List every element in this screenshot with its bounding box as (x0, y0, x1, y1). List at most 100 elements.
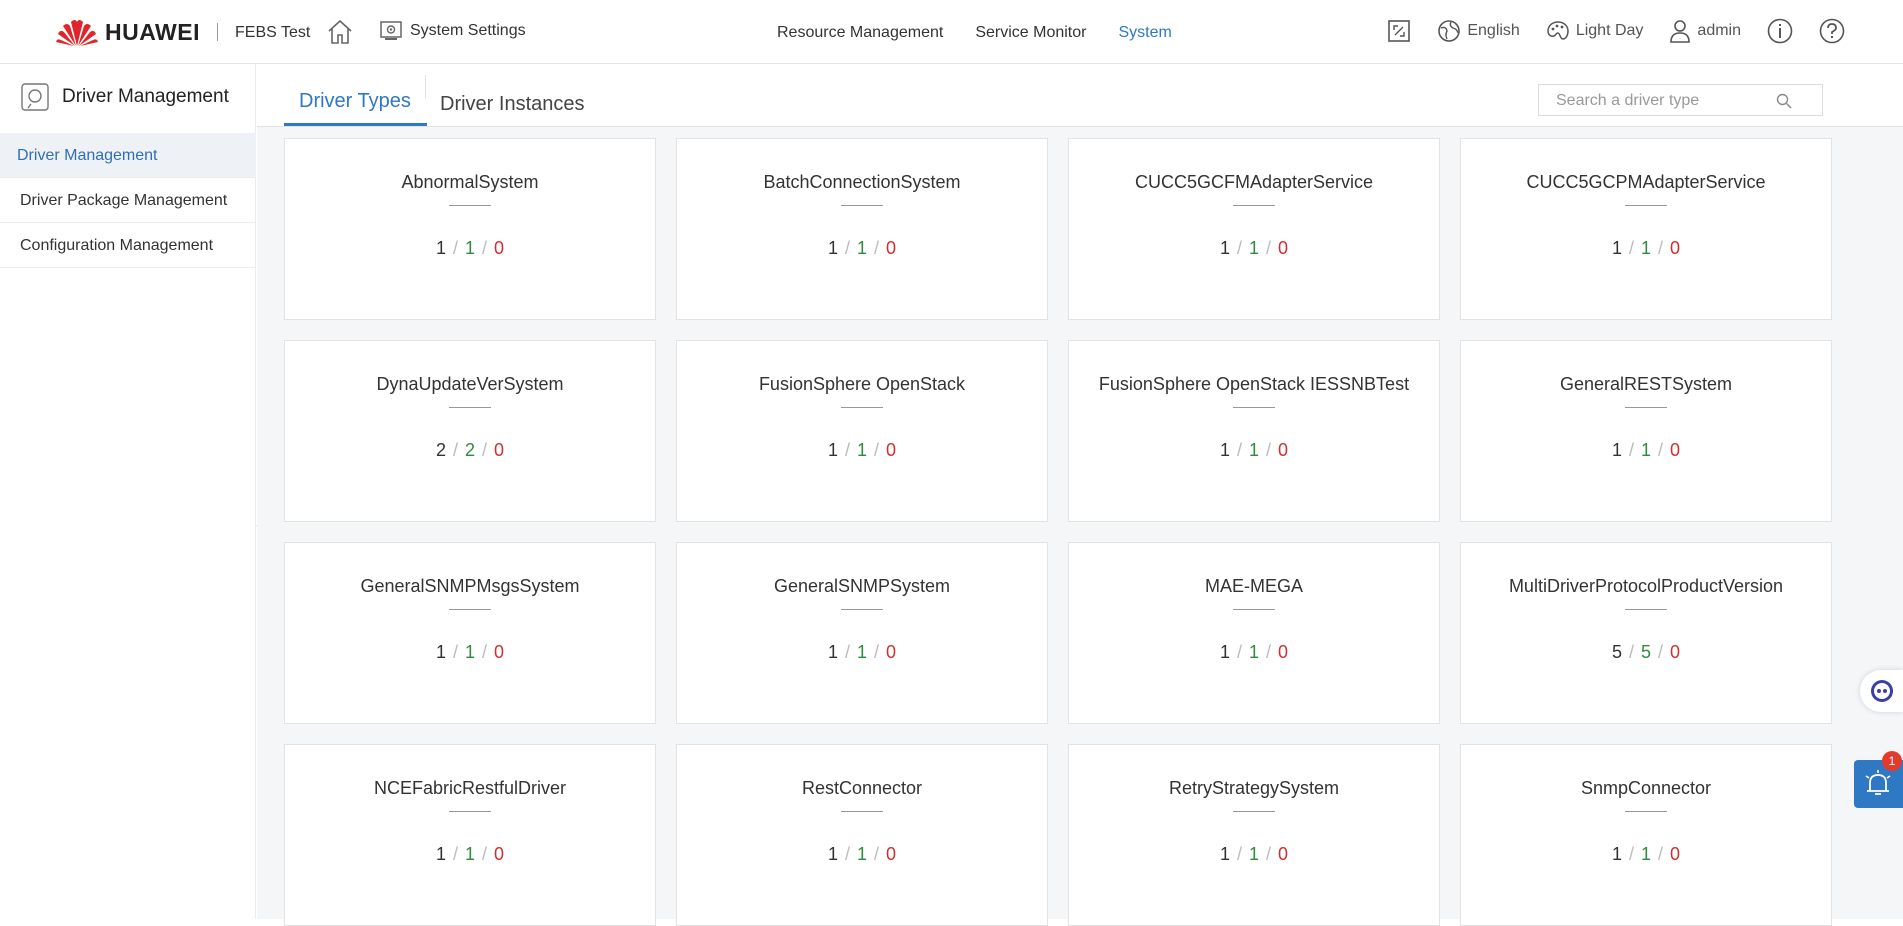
count-normal: 1 (856, 642, 867, 662)
count-total: 1 (1611, 440, 1622, 460)
info-button[interactable] (1767, 18, 1793, 44)
theme-icon (1547, 21, 1569, 40)
driver-type-name: MultiDriverProtocolProductVersion (1508, 576, 1784, 596)
count-normal: 1 (464, 238, 475, 258)
nav-service-monitor[interactable]: Service Monitor (975, 24, 1086, 42)
driver-card[interactable]: BatchConnectionSystem 1/1/0 (676, 138, 1048, 320)
card-divider (449, 205, 491, 206)
driver-type-name: FusionSphere OpenStack IESSNBTest (1098, 374, 1410, 394)
nav-system[interactable]: System (1118, 24, 1171, 42)
driver-card[interactable]: SnmpConnector 1/1/0 (1460, 744, 1832, 926)
assistant-robot-icon[interactable] (1860, 670, 1903, 712)
driver-card[interactable]: FusionSphere OpenStack IESSNBTest 1/1/0 (1068, 340, 1440, 522)
user-menu[interactable]: admin (1669, 19, 1741, 43)
instance-counts: 1/1/0 (1219, 844, 1289, 864)
count-normal: 1 (1640, 238, 1651, 258)
count-abnormal: 0 (1670, 238, 1681, 258)
huawei-logo[interactable]: HUAWEI (55, 16, 200, 48)
user-icon (1670, 20, 1691, 43)
count-abnormal: 0 (1278, 440, 1289, 460)
driver-card[interactable]: GeneralSNMPMsgsSystem 1/1/0 (284, 542, 656, 724)
instance-counts: 1/1/0 (435, 238, 505, 258)
count-abnormal: 0 (494, 440, 505, 460)
count-normal: 1 (1248, 844, 1259, 864)
driver-card[interactable]: FusionSphere OpenStack 1/1/0 (676, 340, 1048, 522)
user-name: admin (1697, 22, 1741, 39)
driver-card[interactable]: NCEFabricRestfulDriver 1/1/0 (284, 744, 656, 926)
instance-counts: 1/1/0 (435, 844, 505, 864)
count-abnormal: 0 (1670, 844, 1681, 864)
driver-type-name: SnmpConnector (1580, 778, 1712, 798)
tab-driver-types[interactable]: Driver Types (299, 90, 411, 113)
card-divider (1625, 407, 1667, 408)
driver-management-icon (21, 83, 49, 111)
card-divider (449, 811, 491, 812)
instance-counts: 1/1/0 (1611, 238, 1681, 258)
driver-card[interactable]: MAE-MEGA 1/1/0 (1068, 542, 1440, 724)
driver-card[interactable]: MultiDriverProtocolProductVersion 5/5/0 (1460, 542, 1832, 724)
instance-counts: 1/1/0 (827, 642, 897, 662)
sidebar-menu: Driver Management Driver Package Managem… (0, 133, 256, 268)
count-total: 1 (827, 642, 838, 662)
instance-counts: 1/1/0 (1611, 844, 1681, 864)
alarm-count-badge: 1 (1882, 751, 1902, 771)
main-content: Driver Types Driver Instances AbnormalSy… (257, 65, 1903, 926)
driver-card[interactable]: RetryStrategySystem 1/1/0 (1068, 744, 1440, 926)
card-divider (1233, 811, 1275, 812)
count-normal: 5 (1640, 642, 1651, 662)
count-abnormal: 0 (886, 642, 897, 662)
system-settings-button[interactable]: System Settings (380, 21, 526, 41)
driver-type-name: DynaUpdateVerSystem (376, 374, 564, 394)
info-icon (1767, 18, 1793, 44)
sidebar-item-configuration-management[interactable]: Configuration Management (0, 223, 256, 268)
language-selector[interactable]: English (1437, 19, 1520, 43)
card-divider (841, 407, 883, 408)
home-icon[interactable] (326, 19, 354, 45)
count-abnormal: 0 (1278, 238, 1289, 258)
count-normal: 2 (464, 440, 475, 460)
fullscreen-button[interactable] (1387, 19, 1411, 43)
instance-counts: 1/1/0 (827, 440, 897, 460)
count-total: 1 (827, 238, 838, 258)
driver-type-name: GeneralSNMPMsgsSystem (360, 576, 580, 596)
driver-card[interactable]: RestConnector 1/1/0 (676, 744, 1048, 926)
sidebar-item-driver-package-management[interactable]: Driver Package Management (0, 178, 256, 223)
driver-card[interactable]: CUCC5GCFMAdapterService 1/1/0 (1068, 138, 1440, 320)
count-total: 1 (1611, 844, 1622, 864)
sidebar-item-driver-management[interactable]: Driver Management (0, 133, 256, 178)
card-divider (1625, 609, 1667, 610)
theme-selector[interactable]: Light Day (1546, 19, 1643, 43)
driver-card[interactable]: DynaUpdateVerSystem 2/2/0 (284, 340, 656, 522)
system-settings-label: System Settings (410, 22, 526, 39)
language-label: English (1467, 22, 1520, 39)
instance-counts: 1/1/0 (1219, 238, 1289, 258)
driver-card[interactable]: CUCC5GCPMAdapterService 1/1/0 (1460, 138, 1832, 320)
count-normal: 1 (1640, 844, 1651, 864)
driver-card[interactable]: GeneralSNMPSystem 1/1/0 (676, 542, 1048, 724)
instance-counts: 1/1/0 (1611, 440, 1681, 460)
instance-counts: 1/1/0 (1219, 642, 1289, 662)
count-abnormal: 0 (886, 238, 897, 258)
tab-driver-instances[interactable]: Driver Instances (440, 93, 585, 116)
count-normal: 1 (464, 642, 475, 662)
driver-type-name: NCEFabricRestfulDriver (373, 778, 567, 798)
driver-type-name: RetryStrategySystem (1168, 778, 1340, 798)
search-input[interactable] (1554, 91, 1778, 111)
driver-card[interactable]: GeneralRESTSystem 1/1/0 (1460, 340, 1832, 522)
card-divider (1233, 407, 1275, 408)
nav-resource-management[interactable]: Resource Management (777, 24, 943, 42)
count-total: 1 (1219, 844, 1230, 864)
help-button[interactable] (1819, 18, 1845, 44)
search-icon[interactable] (1776, 93, 1792, 109)
sidebar-header: Driver Management (20, 82, 229, 112)
instance-counts: 1/1/0 (827, 844, 897, 864)
card-divider (449, 609, 491, 610)
top-navigation: Resource Management Service Monitor Syst… (777, 24, 1204, 42)
driver-type-name: BatchConnectionSystem (763, 172, 961, 192)
sidebar-title: Driver Management (62, 86, 229, 107)
instance-counts: 2/2/0 (435, 440, 505, 460)
count-normal: 1 (856, 238, 867, 258)
driver-card[interactable]: AbnormalSystem 1/1/0 (284, 138, 656, 320)
count-normal: 1 (1248, 642, 1259, 662)
huawei-flower-icon (56, 20, 98, 46)
